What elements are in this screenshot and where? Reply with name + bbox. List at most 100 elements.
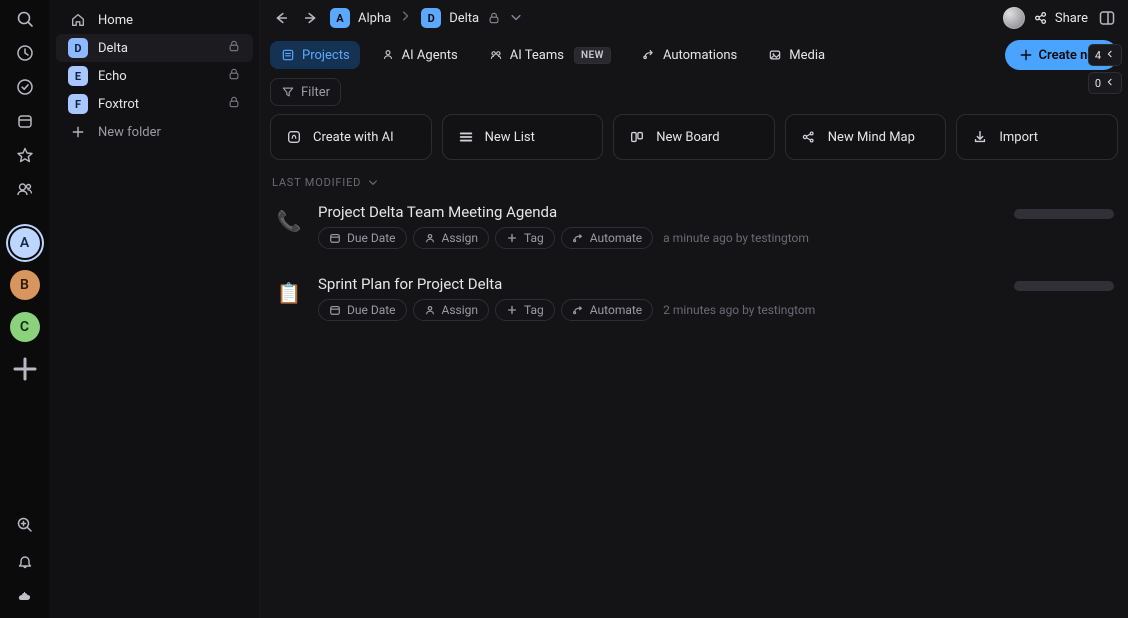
- lock-icon: [227, 39, 241, 57]
- pill-plus[interactable]: Tag: [495, 299, 555, 321]
- workspace-pill[interactable]: C: [10, 312, 40, 342]
- breadcrumb-workspace-chip[interactable]: A: [330, 8, 350, 28]
- list-item[interactable]: 📞Project Delta Team Meeting AgendaDue Da…: [270, 199, 1118, 253]
- pill-label: Tag: [524, 231, 544, 245]
- sidebar-folder-label: Foxtrot: [98, 97, 139, 112]
- count-badge-bottom[interactable]: 0: [1088, 72, 1122, 94]
- create-card-list[interactable]: New List: [442, 114, 604, 160]
- create-card-label: New Board: [656, 130, 719, 145]
- tab-projects[interactable]: Projects: [270, 41, 360, 69]
- add-workspace-button[interactable]: [10, 354, 40, 384]
- filter-bar: Filter: [260, 78, 1128, 114]
- item-emoji: 📞: [274, 206, 304, 236]
- create-cards-row: Create with AI New List New Board New Mind …: [260, 114, 1128, 172]
- folder-chip: F: [68, 94, 88, 114]
- create-card-ai[interactable]: Create with AI: [270, 114, 432, 160]
- pill-label: Automate: [590, 231, 642, 245]
- tab-label: AI Agents: [402, 48, 458, 63]
- workspace-group: ABC: [10, 228, 40, 342]
- pill-calendar[interactable]: Due Date: [318, 299, 407, 321]
- sidebar-home[interactable]: Home: [56, 6, 253, 34]
- create-card-label: Create with AI: [313, 130, 394, 145]
- create-card-label: New Mind Map: [828, 130, 915, 145]
- pill-calendar[interactable]: Due Date: [318, 227, 407, 249]
- search-plus-icon[interactable]: [14, 514, 36, 536]
- new-folder-button[interactable]: New folder: [56, 118, 253, 146]
- create-card-mindmap[interactable]: New Mind Map: [785, 114, 947, 160]
- pill-label: Assign: [442, 231, 479, 245]
- home-icon: [68, 10, 88, 30]
- mindmap-icon: [800, 128, 818, 146]
- main-pane: A Alpha D Delta Share Projects AI Agents A…: [260, 0, 1128, 618]
- create-card-label: New List: [485, 130, 535, 145]
- clock-icon[interactable]: [14, 42, 36, 64]
- workspace-pill[interactable]: A: [10, 228, 40, 258]
- plus-icon: [68, 122, 88, 142]
- pill-path[interactable]: Automate: [561, 299, 653, 321]
- pill-label: Due Date: [347, 231, 396, 245]
- list-item[interactable]: 📋Sprint Plan for Project DeltaDue DateAs…: [270, 271, 1118, 325]
- sidebar-home-label: Home: [98, 13, 133, 28]
- left-rail: ABC: [0, 0, 50, 618]
- nav-back-button[interactable]: [270, 7, 292, 29]
- count-value: 0: [1095, 77, 1101, 90]
- projects-icon: [280, 47, 296, 63]
- pill-path[interactable]: Automate: [561, 227, 653, 249]
- search-icon[interactable]: [14, 8, 36, 30]
- sidebar-folder[interactable]: F Foxtrot: [56, 90, 253, 118]
- check-circle-icon[interactable]: [14, 76, 36, 98]
- right-count-badges: 4 0: [1080, 44, 1122, 94]
- tab-media[interactable]: Media: [757, 41, 835, 69]
- workspace-pill[interactable]: B: [10, 270, 40, 300]
- list-icon: [457, 128, 475, 146]
- breadcrumb: A Alpha D Delta: [330, 8, 523, 28]
- user-avatar[interactable]: [1003, 7, 1025, 29]
- tab-label: Media: [789, 48, 825, 63]
- lock-icon: [227, 95, 241, 113]
- lock-icon: [227, 67, 241, 85]
- sidebar: Home D Delta EEcho F Foxtrot New folder: [50, 0, 260, 618]
- sort-label: LAST MODIFIED: [272, 176, 361, 189]
- board-icon: [628, 128, 646, 146]
- item-placeholder-bar: [1014, 209, 1114, 219]
- mascot-icon[interactable]: [14, 586, 36, 608]
- star-icon[interactable]: [14, 144, 36, 166]
- item-list: 📞Project Delta Team Meeting AgendaDue Da…: [260, 199, 1128, 325]
- import-icon: [971, 128, 989, 146]
- share-button[interactable]: Share: [1033, 10, 1088, 26]
- new-badge: NEW: [574, 47, 611, 64]
- count-badge-top[interactable]: 4: [1088, 44, 1122, 66]
- tab-automations[interactable]: Automations: [631, 41, 747, 69]
- filter-button[interactable]: Filter: [270, 78, 341, 106]
- sidebar-folder[interactable]: D Delta: [56, 34, 253, 62]
- toggle-panel-icon[interactable]: [1096, 7, 1118, 29]
- tab-ai-agents[interactable]: AI Agents: [370, 41, 468, 69]
- calendar-icon[interactable]: [14, 110, 36, 132]
- pill-label: Tag: [524, 303, 544, 317]
- pill-plus[interactable]: Tag: [495, 227, 555, 249]
- breadcrumb-folder-chip[interactable]: D: [421, 8, 441, 28]
- app-root: ABC Home DDeltaEEchoFFoxtrot New folder …: [0, 0, 1128, 618]
- pill-user[interactable]: Assign: [413, 299, 490, 321]
- bell-icon[interactable]: [14, 550, 36, 572]
- pill-user[interactable]: Assign: [413, 227, 490, 249]
- topbar: A Alpha D Delta Share: [260, 0, 1128, 36]
- create-card-import[interactable]: Import: [956, 114, 1118, 160]
- breadcrumb-folder-name[interactable]: Delta: [449, 11, 479, 26]
- users-icon[interactable]: [14, 178, 36, 200]
- media-icon: [767, 47, 783, 63]
- tab-label: Automations: [663, 48, 737, 63]
- folder-chip: D: [68, 38, 88, 58]
- pill-label: Assign: [442, 303, 479, 317]
- tab-ai-teams[interactable]: AI TeamsNEW: [478, 41, 621, 69]
- breadcrumb-workspace-name[interactable]: Alpha: [358, 11, 391, 26]
- nav-forward-button[interactable]: [300, 7, 322, 29]
- sidebar-folder-label: Delta: [98, 41, 128, 56]
- breadcrumb-dropdown[interactable]: [509, 11, 523, 25]
- rail-bottom: [14, 514, 36, 618]
- tabs-row: Projects AI Agents AI TeamsNEW Automations M…: [260, 36, 1128, 78]
- item-placeholder-bar: [1014, 281, 1114, 291]
- sort-dropdown[interactable]: LAST MODIFIED: [260, 172, 1128, 199]
- sidebar-folder[interactable]: EEcho: [56, 62, 253, 90]
- create-card-board[interactable]: New Board: [613, 114, 775, 160]
